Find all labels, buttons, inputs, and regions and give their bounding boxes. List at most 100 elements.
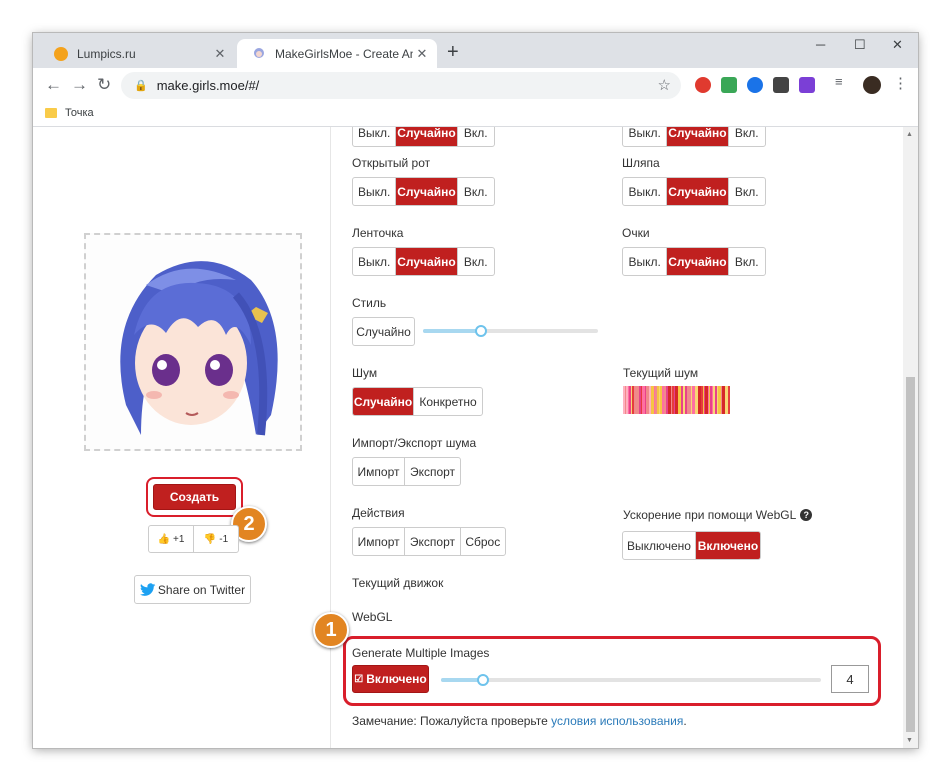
tab-title: MakeGirlsMoe - Create Anime Cha — [275, 46, 413, 61]
tab-lumpics[interactable]: Lumpics.ru ✕ — [39, 39, 235, 68]
option-off[interactable]: Выкл. — [353, 248, 397, 275]
ribbon-toggle[interactable]: Выкл. Случайно Вкл. — [352, 247, 495, 276]
vpn-extension-icon[interactable] — [747, 77, 763, 93]
back-button[interactable]: ← — [45, 75, 62, 95]
option-off[interactable]: Выкл. — [623, 248, 668, 275]
glasses-label: Очки — [622, 226, 650, 240]
bookmarks-bar: Точка — [33, 103, 918, 127]
folder-icon — [45, 108, 57, 118]
option-random[interactable]: Случайно — [396, 248, 458, 275]
actions-label: Действия — [352, 506, 405, 520]
column-divider — [330, 127, 331, 748]
engine-value: WebGL — [352, 610, 393, 624]
browser-window: Lumpics.ru ✕ MakeGirlsMoe - Create Anime… — [33, 33, 918, 748]
close-window-button[interactable]: ✕ — [892, 37, 903, 53]
scrollbar-thumb[interactable] — [906, 377, 915, 732]
option-on[interactable]: Вкл. — [729, 127, 765, 146]
tab-close-icon[interactable]: ✕ — [211, 46, 229, 62]
option-off[interactable]: Выкл. — [623, 178, 668, 205]
create-button[interactable]: Создать — [153, 484, 236, 510]
bookmark-label: Точка — [65, 107, 94, 119]
bookmark-tochka[interactable]: Точка — [45, 107, 94, 119]
music-extension-icon[interactable] — [721, 77, 737, 93]
option-off[interactable]: Выкл. — [353, 127, 397, 146]
reload-button[interactable]: ↻ — [97, 75, 111, 95]
option-random[interactable]: Случайно — [353, 388, 415, 415]
option-on[interactable]: Вкл. — [458, 248, 494, 275]
option-random[interactable]: Случайно — [667, 127, 729, 146]
current-noise-label: Текущий шум — [623, 366, 699, 380]
bookmark-star-icon[interactable]: ☆ — [658, 76, 671, 94]
scroll-down-arrow-icon[interactable]: ▼ — [906, 737, 913, 744]
style-label: Стиль — [352, 296, 387, 310]
option-enabled[interactable]: Включено — [695, 532, 760, 559]
style-slider-fill — [423, 329, 481, 333]
minimize-button[interactable]: ─ — [816, 37, 825, 52]
tab-title: Lumpics.ru — [77, 46, 136, 61]
image-count-input[interactable]: 4 — [831, 665, 869, 693]
option-specific[interactable]: Конкретно — [414, 388, 482, 415]
share-twitter-button[interactable]: Share on Twitter — [134, 575, 251, 604]
webgl-accel-toggle[interactable]: Выключено Включено — [622, 531, 761, 560]
option-random[interactable]: Случайно — [667, 178, 729, 205]
upvote-button[interactable]: 👍 +1 — [148, 525, 194, 553]
reset-button[interactable]: Сброс — [461, 528, 505, 555]
terms-note: Замечание: Пожалуйста проверьте условия … — [352, 714, 687, 728]
option-random[interactable]: Случайно — [667, 248, 729, 275]
export-noise-button[interactable]: Экспорт — [405, 458, 460, 485]
downvote-button[interactable]: 👎 -1 — [193, 525, 239, 553]
option-disabled[interactable]: Выключено — [623, 532, 696, 559]
image-count-slider-knob[interactable] — [477, 674, 489, 686]
multiple-images-toggle-label: Включено — [366, 672, 427, 686]
scroll-up-arrow-icon[interactable]: ▲ — [906, 131, 913, 138]
url-text: make.girls.moe/#/ — [156, 78, 260, 93]
export-button[interactable]: Экспорт — [405, 528, 461, 555]
option-random[interactable]: Случайно — [396, 127, 458, 146]
multiple-images-toggle[interactable]: ☑ Включено — [352, 665, 429, 693]
partial-toggle-right[interactable]: Выкл. Случайно Вкл. — [622, 127, 766, 147]
menu-kebab-icon[interactable]: ⋮ — [893, 74, 909, 92]
page-viewport: Создать 2 👍 +1 👎 -1 Share on Twitter Вык… — [33, 127, 918, 748]
media-control-icon[interactable]: ≡ — [835, 74, 851, 90]
noise-visualization — [623, 386, 730, 414]
import-noise-button[interactable]: Импорт — [353, 458, 406, 485]
partial-toggle-left[interactable]: Выкл. Случайно Вкл. — [352, 127, 495, 147]
option-off[interactable]: Выкл. — [353, 178, 397, 205]
tab-makegirlsmoe[interactable]: MakeGirlsMoe - Create Anime Cha ✕ — [237, 39, 437, 68]
opera-extension-icon[interactable] — [695, 77, 711, 93]
screen-extension-icon[interactable] — [799, 77, 815, 93]
option-random[interactable]: Случайно — [396, 178, 458, 205]
cube-extension-icon[interactable] — [773, 77, 789, 93]
image-count-slider[interactable] — [441, 674, 821, 686]
style-random-button[interactable]: Случайно — [352, 317, 415, 346]
profile-avatar[interactable] — [863, 76, 881, 94]
help-icon[interactable]: ? — [800, 509, 813, 521]
style-slider[interactable] — [423, 325, 598, 337]
noise-io-group[interactable]: Импорт Экспорт — [352, 457, 461, 486]
noise-label: Шум — [352, 366, 378, 380]
actions-group[interactable]: Импорт Экспорт Сброс — [352, 527, 506, 556]
style-slider-knob[interactable] — [475, 325, 487, 337]
import-button[interactable]: Импорт — [353, 528, 406, 555]
option-on[interactable]: Вкл. — [458, 178, 494, 205]
maximize-button[interactable]: ☐ — [854, 37, 866, 53]
option-on[interactable]: Вкл. — [729, 248, 765, 275]
address-bar[interactable]: 🔒 make.girls.moe/#/ ☆ — [121, 72, 681, 99]
option-off[interactable]: Выкл. — [623, 127, 668, 146]
multiple-images-label: Generate Multiple Images — [352, 646, 490, 660]
option-on[interactable]: Вкл. — [729, 178, 765, 205]
forward-button[interactable]: → — [71, 75, 88, 95]
hat-toggle[interactable]: Выкл. Случайно Вкл. — [622, 177, 766, 206]
open-mouth-toggle[interactable]: Выкл. Случайно Вкл. — [352, 177, 495, 206]
new-tab-button[interactable]: + — [447, 42, 459, 62]
note-end: . — [683, 714, 687, 728]
terms-link[interactable]: условия использования — [551, 714, 683, 728]
page-scrollbar[interactable]: ▲ ▼ — [903, 127, 918, 748]
lock-icon: 🔒 — [134, 80, 148, 92]
option-on[interactable]: Вкл. — [458, 127, 494, 146]
glasses-toggle[interactable]: Выкл. Случайно Вкл. — [622, 247, 766, 276]
noise-toggle[interactable]: Случайно Конкретно — [352, 387, 483, 416]
thumbs-up-icon: 👍 — [157, 533, 171, 545]
tab-close-icon[interactable]: ✕ — [413, 46, 431, 62]
lumpics-favicon-icon — [54, 46, 68, 61]
